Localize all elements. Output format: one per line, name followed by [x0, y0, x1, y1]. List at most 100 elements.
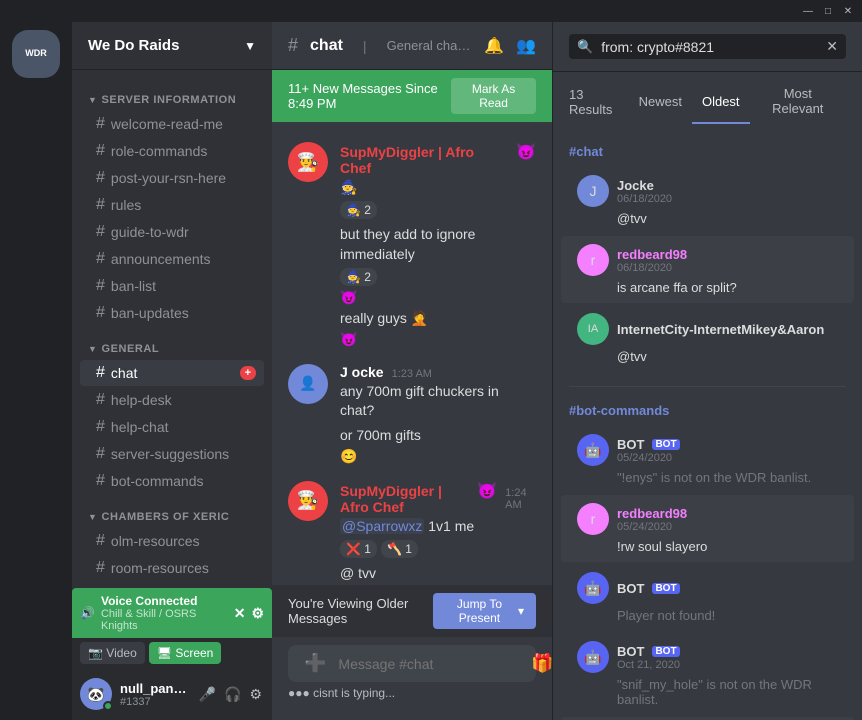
- message-continuation: or 700m gifts: [288, 426, 536, 445]
- search-clear-button[interactable]: ✕: [826, 38, 838, 55]
- avatar: r: [577, 503, 609, 535]
- category-cox[interactable]: ▼ CHAMBERS OF XERIC: [72, 495, 272, 527]
- separator: [569, 386, 846, 387]
- search-input[interactable]: [601, 39, 818, 55]
- search-result-item[interactable]: J Jocke 06/18/2020 @tvv: [561, 167, 854, 234]
- search-result-item[interactable]: r redbeard98 05/24/2020 !rw soul slayero: [561, 495, 854, 562]
- voice-section: 🔊 Voice Connected Chill & Skill / OSRS K…: [72, 588, 272, 668]
- server-name: We Do Raids: [88, 37, 179, 54]
- search-result-item[interactable]: 🤖 BOT BOT Oct 21, 2020 "snif_my_hole" is…: [561, 633, 854, 715]
- deafen-button[interactable]: 🎧: [222, 684, 243, 705]
- search-result-item[interactable]: 🤖 BOT BOT 05/24/2020 "!enys" is not on t…: [561, 426, 854, 493]
- channel-bot-commands[interactable]: #bot-commands: [80, 468, 264, 494]
- hash-icon: #: [96, 559, 105, 577]
- hash-icon: #: [96, 142, 105, 160]
- voice-channel-name: Chill & Skill / OSRS Knights: [101, 608, 228, 632]
- screen-button[interactable]: 🖥 Screen: [149, 642, 222, 664]
- channel-ban-updates[interactable]: #ban-updates: [80, 300, 264, 326]
- server-header[interactable]: We Do Raids ▼: [72, 22, 272, 70]
- notification-bell-icon[interactable]: 🔔: [484, 36, 504, 56]
- message-continuation: 😈: [288, 330, 536, 349]
- channel-role-commands[interactable]: #role-commands: [80, 138, 264, 164]
- tab-newest[interactable]: Newest: [629, 80, 692, 124]
- search-channel-label: #chat: [553, 140, 862, 165]
- search-result-meta: BOT BOT: [617, 581, 680, 596]
- avatar: J: [577, 175, 609, 207]
- close-button[interactable]: ✕: [842, 5, 854, 17]
- hash-icon: #: [96, 169, 105, 187]
- avatar: 🤖: [577, 572, 609, 604]
- voice-status: Voice Connected: [101, 594, 228, 608]
- message-text: @Sparrowxz 1v1 me: [340, 517, 536, 536]
- search-result-item[interactable]: IA InternetCity-InternetMikey&Aaron @tvv: [561, 305, 854, 372]
- user-settings-button[interactable]: ⚙: [247, 684, 264, 705]
- voice-connected-label: 🔊 Voice Connected Chill & Skill / OSRS K…: [72, 588, 272, 638]
- search-result-item[interactable]: r redbeard98 06/18/2020 is arcane ffa or…: [561, 236, 854, 303]
- channel-server-suggestions[interactable]: #server-suggestions: [80, 441, 264, 467]
- reaction[interactable]: 🧙 2: [340, 201, 377, 219]
- channel-post-your-rsn[interactable]: #post-your-rsn-here: [80, 165, 264, 191]
- channel-hash-icon: #: [288, 35, 298, 56]
- hash-icon: #: [96, 115, 105, 133]
- search-icon: 🔍: [577, 39, 593, 55]
- channel-guide-to-wdr[interactable]: #guide-to-wdr: [80, 219, 264, 245]
- search-result-author: Jocke: [617, 178, 672, 193]
- messages-container: 👨‍🍳 SupMyDiggler | Afro Chef 😈 🧙 🧙 2 but…: [272, 122, 552, 585]
- channel-ban-list[interactable]: #ban-list: [80, 273, 264, 299]
- message-input[interactable]: [338, 646, 519, 682]
- typing-indicator: ●●● cisnt is typing...: [288, 682, 536, 704]
- search-result-meta: Jocke 06/18/2020: [617, 178, 672, 205]
- user-actions: 🎤 🎧 ⚙: [197, 684, 264, 705]
- channel-olm-resources[interactable]: #olm-resources: [80, 528, 264, 554]
- channel-room-resources[interactable]: #room-resources: [80, 555, 264, 581]
- channel-announcements[interactable]: #announcements: [80, 246, 264, 272]
- message-author: SupMyDiggler | Afro Chef: [340, 144, 508, 176]
- chat-area: # chat | General chat channel. Do not us…: [272, 22, 552, 720]
- server-icon-wdr[interactable]: WDR: [12, 30, 60, 78]
- search-result-header: 🤖 BOT BOT: [577, 572, 838, 604]
- hash-icon: #: [96, 532, 105, 550]
- reaction[interactable]: 🪓 1: [381, 540, 418, 558]
- search-channel-label: #bot-commands: [553, 399, 862, 424]
- mark-as-read-button[interactable]: Mark As Read: [451, 78, 536, 114]
- user-tag: #1337: [120, 696, 189, 708]
- message-header: J ocke 1:23 AM: [340, 364, 536, 380]
- message-continuation: @ tvv: [288, 564, 536, 583]
- reaction[interactable]: 🧙 2: [340, 268, 377, 286]
- disconnect-icon[interactable]: ✕: [234, 605, 246, 622]
- search-channel-group-chat: #chat J Jocke 06/18/2020 @tvv r: [553, 132, 862, 382]
- minimize-button[interactable]: —: [802, 5, 814, 17]
- channel-help-desk[interactable]: #help-desk: [80, 387, 264, 413]
- chevron-down-icon: ▾: [518, 604, 524, 618]
- search-result-item[interactable]: 🤖 BOT BOT Player not found!: [561, 564, 854, 631]
- tab-most-relevant[interactable]: Most Relevant: [750, 80, 846, 124]
- message-continuation: really guys 🤦: [288, 309, 536, 328]
- video-button[interactable]: 📷 Video: [80, 642, 145, 664]
- members-icon[interactable]: 👥: [516, 36, 536, 56]
- mute-button[interactable]: 🎤: [197, 684, 218, 705]
- chevron-icon: ▼: [88, 95, 97, 105]
- category-server-info[interactable]: ▼ SERVER INFORMATION: [72, 78, 272, 110]
- search-panel: 🔍 ✕ 13 Results Newest Oldest Most Releva…: [552, 22, 862, 720]
- category-general[interactable]: ▼ GENERAL: [72, 327, 272, 359]
- new-messages-text: 11+ New Messages Since 8:49 PM: [288, 81, 451, 111]
- search-result-time: 05/24/2020: [617, 452, 680, 464]
- message-text: 😈: [340, 330, 536, 349]
- chevron-icon: ▼: [88, 344, 97, 354]
- search-results: #chat J Jocke 06/18/2020 @tvv r: [553, 132, 862, 720]
- jump-to-present-button[interactable]: Jump To Present ▾: [433, 593, 536, 629]
- search-result-author: InternetCity-InternetMikey&Aaron: [617, 322, 824, 337]
- reaction[interactable]: ❌ 1: [340, 540, 377, 558]
- tab-oldest[interactable]: Oldest: [692, 80, 750, 124]
- channel-list: ▼ SERVER INFORMATION #welcome-read-me #r…: [72, 70, 272, 588]
- chat-description: General chat channel. Do not use bot com…: [387, 38, 473, 53]
- settings-icon[interactable]: ⚙: [251, 605, 264, 622]
- channel-welcome-read-me[interactable]: #welcome-read-me: [80, 111, 264, 137]
- channel-rules[interactable]: #rules: [80, 192, 264, 218]
- maximize-button[interactable]: □: [822, 5, 834, 17]
- add-attachment-button[interactable]: ➕: [300, 645, 330, 682]
- channel-help-chat[interactable]: #help-chat: [80, 414, 264, 440]
- channel-chat[interactable]: #chat+: [80, 360, 264, 386]
- bot-badge: BOT: [652, 439, 679, 450]
- message-text: any 700m gift chuckers in chat?: [340, 382, 536, 421]
